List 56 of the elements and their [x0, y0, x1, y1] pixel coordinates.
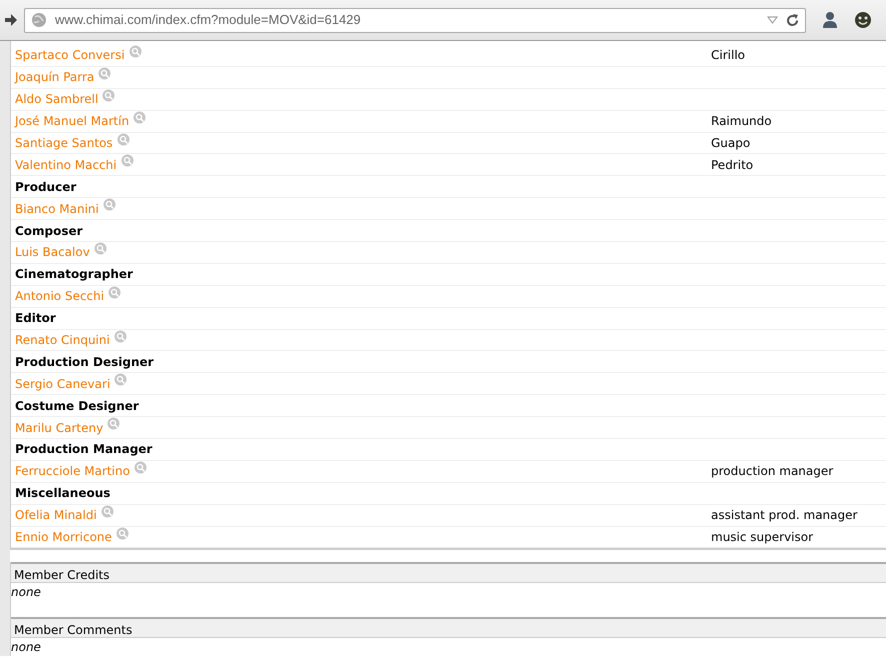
reload-icon[interactable] [786, 14, 799, 26]
person-link[interactable]: Valentino Macchi [15, 156, 117, 174]
address-bar[interactable]: www.chimai.com/index.cfm?module=MOV&id=61429 [24, 8, 806, 32]
magnifier-icon[interactable] [114, 373, 128, 386]
section-text: none [11, 585, 41, 600]
person-link[interactable]: Bianco Manini [15, 200, 99, 218]
magnifier-icon[interactable] [116, 526, 129, 540]
department-heading: Miscellaneous [15, 485, 110, 502]
person-link[interactable]: José Manuel Martín [15, 112, 130, 130]
department-heading: Costume Designer [15, 398, 139, 415]
smiley-icon[interactable] [854, 11, 872, 29]
role-text: Pedrito [711, 156, 754, 174]
person-link[interactable]: Antonio Secchi [15, 287, 104, 306]
role-text: Cirillo [711, 47, 745, 64]
section-text: none [11, 640, 41, 654]
department-heading: Editor [15, 310, 56, 328]
section-title: Member Credits [14, 568, 110, 582]
person-link[interactable]: Ennio Morricone [15, 528, 112, 546]
department-heading: Production Designer [15, 354, 154, 371]
user-icon[interactable] [822, 11, 838, 29]
magnifier-icon[interactable] [116, 132, 130, 146]
magnifier-icon[interactable] [100, 504, 114, 518]
magnifier-icon[interactable] [114, 330, 127, 343]
section-title: Member Comments [14, 623, 132, 638]
department-heading: Producer [15, 178, 76, 196]
magnifier-icon[interactable] [134, 460, 147, 474]
role-text: Raimundo [711, 113, 772, 130]
magnifier-icon[interactable] [128, 44, 142, 58]
role-text: music supervisor [711, 529, 814, 546]
person-link[interactable]: Luis Bacalov [15, 243, 90, 262]
url-text: www.chimai.com/index.cfm?module=MOV&id=61429 [55, 11, 362, 30]
department-heading: Cinematographer [15, 266, 133, 284]
magnifier-icon[interactable] [107, 417, 120, 430]
department-heading: Composer [15, 222, 83, 240]
magnifier-icon[interactable] [98, 66, 112, 80]
person-link[interactable]: Aldo Sambrell [15, 90, 98, 108]
person-link[interactable]: Renato Cinquini [15, 331, 110, 350]
magnifier-icon[interactable] [120, 154, 134, 168]
person-link[interactable]: Joaquín Parra [15, 68, 94, 86]
person-link[interactable]: Ferrucciole Martino [15, 462, 130, 480]
magnifier-icon[interactable] [102, 198, 116, 212]
person-link[interactable]: Spartaco Conversi [15, 46, 125, 64]
role-text: Guapo [711, 135, 750, 152]
role-text: production manager [711, 463, 834, 480]
person-link[interactable]: Sergio Canevari [15, 374, 110, 393]
magnifier-icon[interactable] [102, 88, 116, 102]
role-text: assistant prod. manager [711, 507, 858, 524]
forward-icon[interactable] [4, 13, 18, 27]
person-link[interactable]: Marilu Carteny [15, 418, 104, 437]
department-heading: Production Manager [15, 441, 152, 458]
dropdown-icon[interactable] [767, 16, 778, 24]
person-link[interactable]: Santiage Santos [15, 134, 113, 152]
magnifier-icon[interactable] [94, 242, 107, 255]
magnifier-icon[interactable] [133, 110, 146, 124]
person-link[interactable]: Ofelia Minaldi [15, 506, 97, 524]
magnifier-icon[interactable] [108, 286, 122, 299]
